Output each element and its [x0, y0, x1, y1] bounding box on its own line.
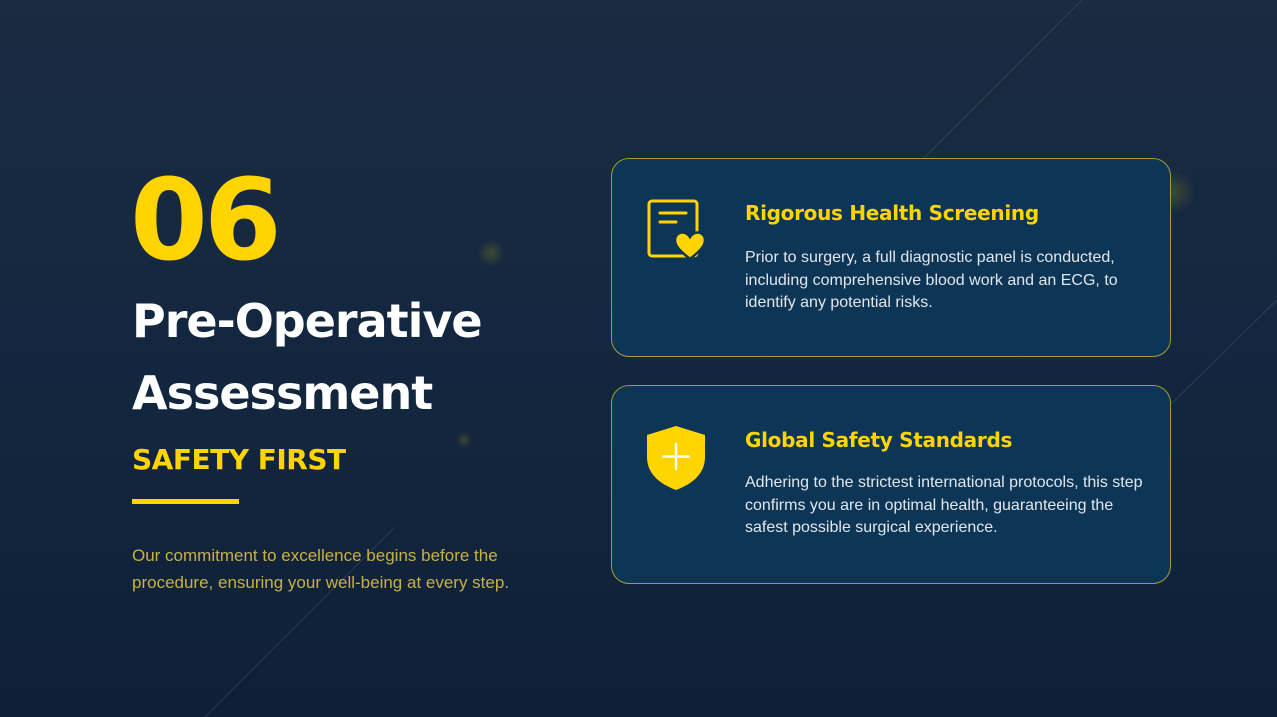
- slide-title: Pre-Operative Assessment: [132, 294, 483, 420]
- card-text: Prior to surgery, a full diagnostic pane…: [745, 249, 1118, 311]
- shield-plus-icon: [647, 426, 705, 490]
- accent-underline: [132, 499, 239, 504]
- step-number: 06: [130, 156, 282, 286]
- card-title: Rigorous Health Screening: [745, 201, 1039, 225]
- intro-panel: 06 Pre-Operative Assessment SAFETY FIRST…: [130, 156, 572, 596]
- slide: 06 Pre-Operative Assessment SAFETY FIRST…: [0, 0, 1277, 717]
- card-text: Adhering to the strictest international …: [745, 474, 1143, 536]
- card-safety-standards: Global Safety Standards Adhering to the …: [611, 385, 1171, 584]
- intro-text: Our commitment to excellence begins befo…: [132, 546, 510, 592]
- card-health-screening: Rigorous Health Screening Prior to surge…: [611, 158, 1171, 357]
- slide-subtitle: SAFETY FIRST: [132, 443, 346, 476]
- card-title: Global Safety Standards: [745, 428, 1013, 452]
- medical-report-heart-icon: [647, 199, 706, 261]
